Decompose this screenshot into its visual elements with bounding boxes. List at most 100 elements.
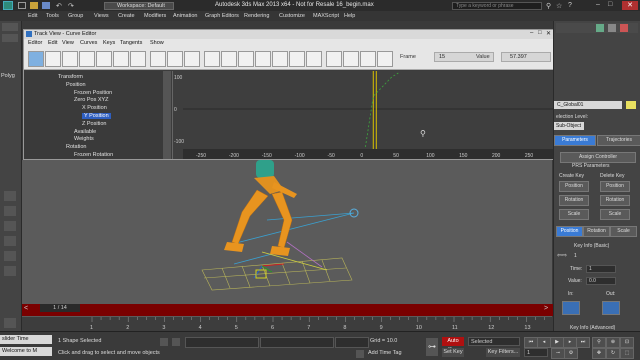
delete-rotation-key-button[interactable]: Rotation	[600, 195, 630, 206]
ce-menu-tangents[interactable]: Tangents	[120, 40, 142, 46]
help-icon[interactable]: ?	[568, 2, 572, 9]
menu-animation[interactable]: Animation	[173, 13, 197, 19]
orbit-icon[interactable]: ↻	[606, 348, 620, 359]
tool-icon-a[interactable]	[4, 191, 16, 201]
y-coord-field[interactable]	[260, 337, 334, 348]
slider-next-icon[interactable]: >	[544, 305, 548, 312]
ce-menu-edit[interactable]: Edit	[48, 40, 57, 46]
out-tangent-icon[interactable]	[602, 301, 620, 315]
scale-values-icon[interactable]	[79, 51, 95, 67]
next-frame-icon[interactable]: ▸	[563, 337, 577, 348]
tree-item[interactable]: Position	[66, 82, 86, 88]
tree-item[interactable]: Frozen Rotation	[74, 152, 113, 158]
tool-link-icon[interactable]	[2, 34, 18, 42]
tangent-step-icon[interactable]	[272, 51, 288, 67]
menu-maxscript[interactable]: MAXScript	[313, 13, 339, 19]
tangent-slow-icon[interactable]	[255, 51, 271, 67]
transform-type-in-icon[interactable]	[172, 338, 180, 346]
app-logo-icon[interactable]	[3, 1, 13, 10]
zoom-extents-icon[interactable]	[167, 51, 183, 67]
motion-tab-icon[interactable]	[596, 24, 604, 32]
key-mode-toggle-icon[interactable]: ⊸	[551, 348, 565, 359]
slide-keys-icon[interactable]	[45, 51, 61, 67]
go-to-start-icon[interactable]: ⏮	[524, 337, 538, 348]
prev-frame-icon[interactable]: ◂	[537, 337, 551, 348]
lock-selection-icon[interactable]	[326, 51, 342, 67]
in-tangent-icon[interactable]	[562, 301, 580, 315]
maximize-icon[interactable]: □	[608, 1, 612, 8]
tree-item[interactable]: Rotation	[66, 144, 87, 150]
undo-icon[interactable]: ↶	[56, 2, 62, 10]
position-mode-tab[interactable]: Position	[556, 226, 583, 237]
zoom-all-icon[interactable]: ⊕	[606, 337, 620, 348]
tangent-auto-icon[interactable]	[204, 51, 220, 67]
scale-mode-tab[interactable]: Scale	[610, 226, 637, 237]
current-frame-field[interactable]: 1	[524, 348, 548, 357]
reduce-keys-icon[interactable]	[130, 51, 146, 67]
sub-object-button[interactable]: Sub-Object	[554, 122, 584, 130]
tree-item[interactable]: X Position	[82, 105, 107, 111]
menu-customize[interactable]: Customize	[279, 13, 305, 19]
tool-icon-e[interactable]	[4, 251, 16, 261]
go-to-end-icon[interactable]: ⏭	[576, 337, 590, 348]
tree-item[interactable]: Z Position	[82, 121, 106, 127]
zoom-extents-viewport-icon[interactable]: ⊡	[620, 337, 634, 348]
timeline-toggle-icon[interactable]	[4, 318, 16, 328]
z-coord-field[interactable]	[335, 337, 369, 348]
utilities-tab-icon[interactable]	[620, 24, 628, 32]
tree-item[interactable]: Y Position	[82, 113, 111, 119]
tree-item[interactable]: Frozen Position	[74, 90, 112, 96]
new-file-icon[interactable]	[18, 2, 26, 9]
tool-select-icon[interactable]	[2, 23, 18, 31]
pan-icon[interactable]	[150, 51, 166, 67]
prev-next-key-icon[interactable]: ⇦⇨	[557, 252, 567, 259]
ce-close-icon[interactable]: ✕	[546, 30, 551, 37]
create-scale-key-button[interactable]: Scale	[559, 209, 589, 220]
time-config-icon[interactable]: ⚙	[564, 348, 578, 359]
workspace-dropdown[interactable]: Workspace: Default	[104, 2, 174, 10]
lock-selection-icon[interactable]	[160, 338, 168, 346]
key-mode-icon[interactable]: ⊶	[426, 338, 438, 356]
create-position-key-button[interactable]: Position	[559, 181, 589, 192]
zoom-icon[interactable]	[184, 51, 200, 67]
value-field[interactable]: 0.0	[586, 277, 616, 285]
add-time-tag[interactable]: Add Time Tag	[368, 350, 402, 356]
move-keys-icon[interactable]	[28, 51, 44, 67]
slider-prev-icon[interactable]: <	[24, 305, 28, 312]
redo-icon[interactable]: ↷	[68, 2, 74, 10]
scale-keys-icon[interactable]	[62, 51, 78, 67]
maximize-viewport-icon[interactable]: ⬚	[620, 348, 634, 359]
add-keys-icon[interactable]	[96, 51, 112, 67]
rotation-mode-tab[interactable]: Rotation	[583, 226, 610, 237]
auto-key-button[interactable]: Auto Key	[442, 337, 464, 353]
tool-icon-c[interactable]	[4, 221, 16, 231]
play-icon[interactable]: ▶	[550, 337, 564, 348]
x-coord-field[interactable]	[185, 337, 259, 348]
time-slider-track[interactable]	[22, 304, 553, 316]
menu-create[interactable]: Create	[118, 13, 135, 19]
object-color-swatch[interactable]	[626, 101, 636, 109]
menu-group[interactable]: Group	[68, 13, 83, 19]
value-field[interactable]: 57.397	[501, 52, 551, 62]
parameters-tab[interactable]: Parameters	[554, 135, 596, 146]
tangent-smooth-icon[interactable]	[306, 51, 322, 67]
pan-viewport-icon[interactable]: ✥	[592, 348, 606, 359]
ce-menu-editor[interactable]: Editor	[28, 40, 42, 46]
delete-position-key-button[interactable]: Position	[600, 181, 630, 192]
menu-views[interactable]: Views	[94, 13, 109, 19]
object-name-field[interactable]: C_Global01	[554, 101, 622, 109]
menu-rendering[interactable]: Rendering	[244, 13, 269, 19]
polygon-label[interactable]: Polyg	[1, 73, 15, 79]
tool-icon-d[interactable]	[4, 236, 16, 246]
assign-controller-rollout[interactable]: Assign Controller	[560, 152, 636, 163]
menu-tools[interactable]: Tools	[46, 13, 59, 19]
show-keyable-icon[interactable]	[377, 51, 393, 67]
save-file-icon[interactable]	[42, 2, 50, 9]
delete-scale-key-button[interactable]: Scale	[600, 209, 630, 220]
create-rotation-key-button[interactable]: Rotation	[559, 195, 589, 206]
tangent-linear-icon[interactable]	[289, 51, 305, 67]
time-tag-icon[interactable]	[356, 350, 364, 358]
frame-counter[interactable]: 1 / 14	[40, 304, 80, 312]
prs-parameters-rollout[interactable]: PRS Parameters	[572, 163, 610, 169]
tangent-fast-icon[interactable]	[238, 51, 254, 67]
